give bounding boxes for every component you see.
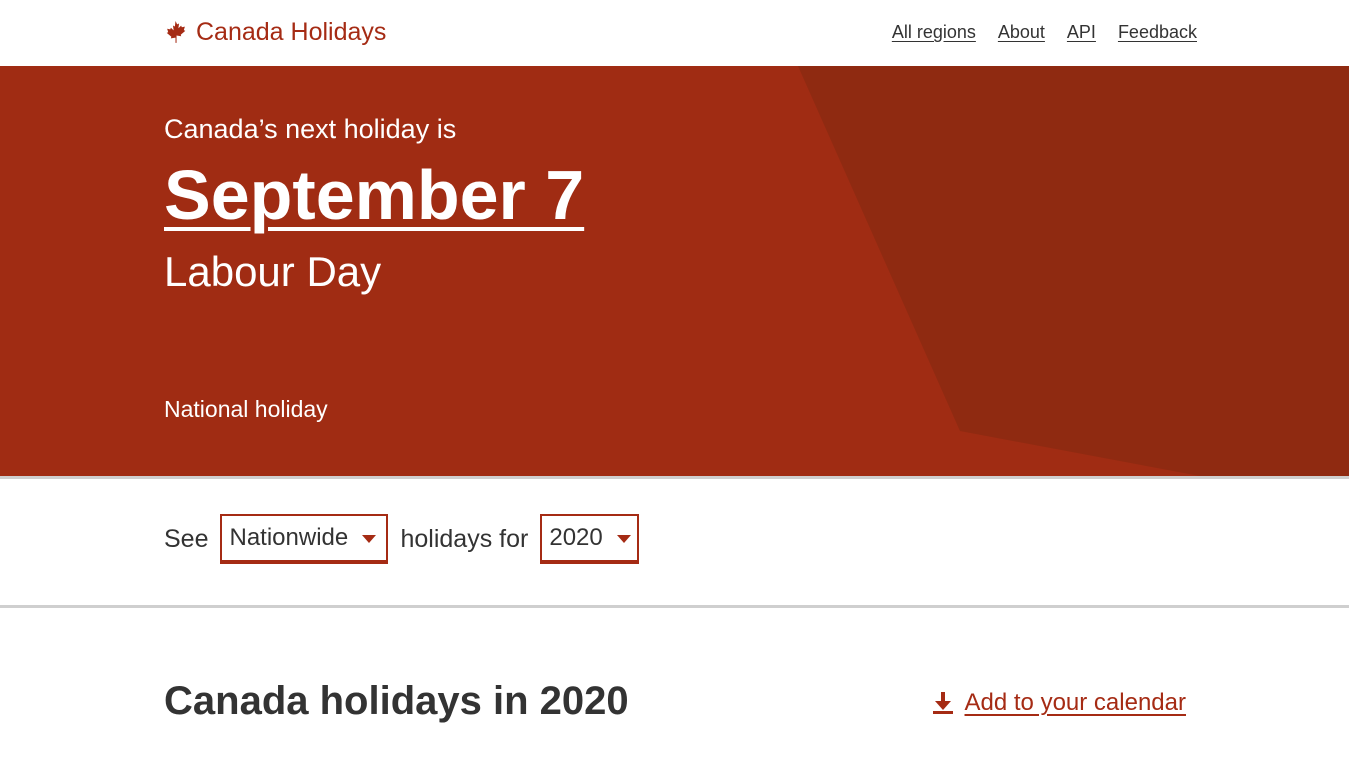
add-to-calendar-label: Add to your calendar <box>964 689 1186 716</box>
holiday-filters: See Nationwide holidays for 2020 <box>0 476 1349 608</box>
nav-api[interactable]: API <box>1067 20 1096 44</box>
next-holiday-kicker: Canada’s next holiday is <box>164 114 457 144</box>
page-title: Canada holidays in 2020 <box>164 679 629 723</box>
region-select-value: Nationwide <box>229 524 349 551</box>
filter-row: See Nationwide holidays for 2020 <box>164 514 640 564</box>
chevron-down-icon <box>616 535 631 543</box>
year-select-value: 2020 <box>549 524 603 551</box>
next-holiday-name: Labour Day <box>164 248 382 295</box>
nav-about[interactable]: About <box>998 20 1045 44</box>
download-icon <box>932 692 953 714</box>
add-to-calendar-link[interactable]: Add to your calendar <box>932 688 1186 718</box>
brand-link[interactable]: Canada Holidays <box>163 17 386 47</box>
brand-name: Canada Holidays <box>196 18 387 46</box>
nav-all-regions[interactable]: All regions <box>892 20 976 44</box>
chevron-down-icon <box>362 535 377 543</box>
next-holiday-banner: Canada’s next holiday is September 7 Lab… <box>0 66 1349 476</box>
holiday-scope: National holiday <box>164 396 328 422</box>
next-holiday-date-link[interactable]: September 7 <box>164 154 584 236</box>
filter-middle-text: holidays for <box>400 524 529 553</box>
filter-prefix: See <box>164 524 209 553</box>
year-select[interactable]: 2020 <box>540 514 640 564</box>
nav-feedback[interactable]: Feedback <box>1118 20 1197 44</box>
maple-leaf-icon <box>166 20 186 43</box>
main-nav: All regions About API Feedback <box>892 20 1197 44</box>
region-select[interactable]: Nationwide <box>220 514 389 564</box>
site-header: Canada Holidays All regions About API Fe… <box>0 0 1349 66</box>
